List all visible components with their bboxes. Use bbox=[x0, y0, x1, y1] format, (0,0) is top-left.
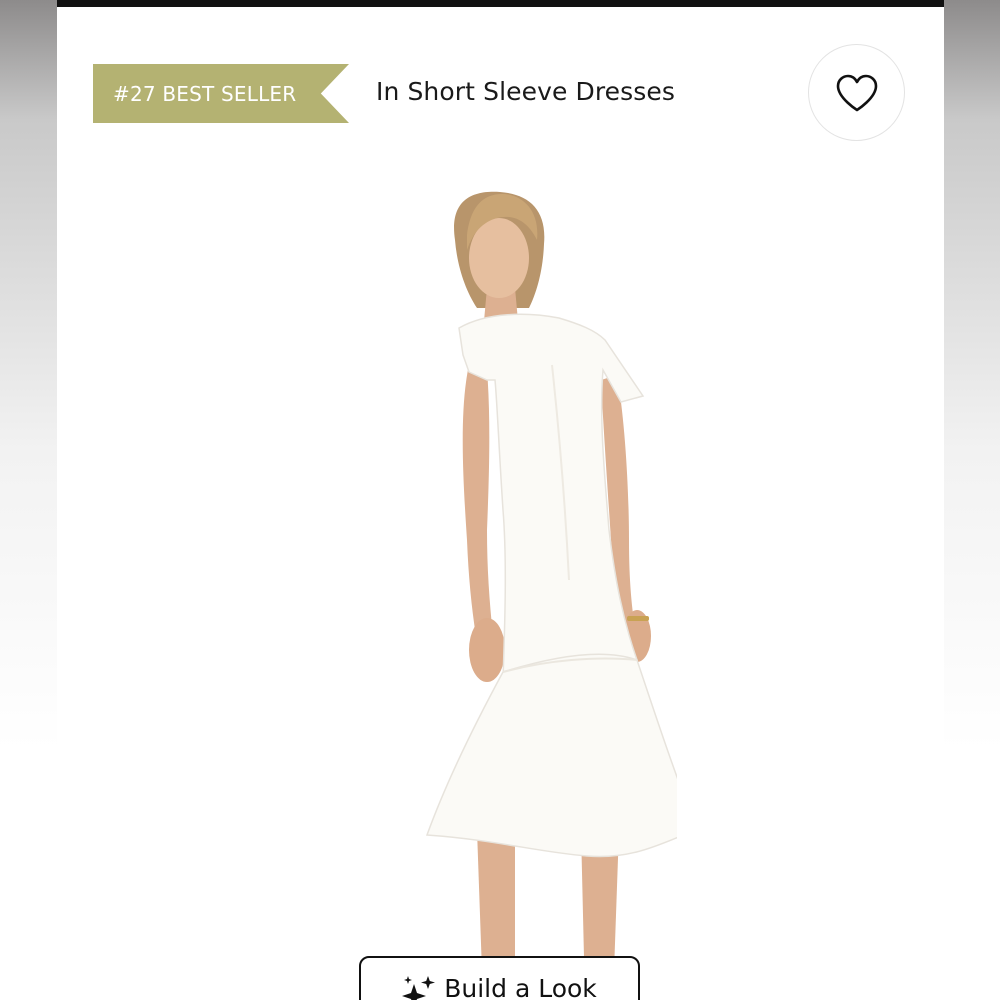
best-seller-badge: #27 BEST SELLER bbox=[93, 64, 349, 123]
product-image[interactable] bbox=[337, 180, 677, 1000]
sparkle-icon bbox=[402, 976, 436, 1000]
category-link[interactable]: In Short Sleeve Dresses bbox=[376, 77, 675, 106]
product-page: #27 BEST SELLER In Short Sleeve Dresses bbox=[57, 0, 944, 1000]
top-bar bbox=[57, 0, 944, 7]
heart-outline-icon bbox=[836, 74, 877, 111]
wishlist-button[interactable] bbox=[808, 44, 905, 141]
build-a-look-button[interactable]: Build a Look bbox=[359, 956, 640, 1000]
best-seller-label: #27 BEST SELLER bbox=[113, 81, 297, 106]
build-a-look-label: Build a Look bbox=[444, 974, 597, 1000]
